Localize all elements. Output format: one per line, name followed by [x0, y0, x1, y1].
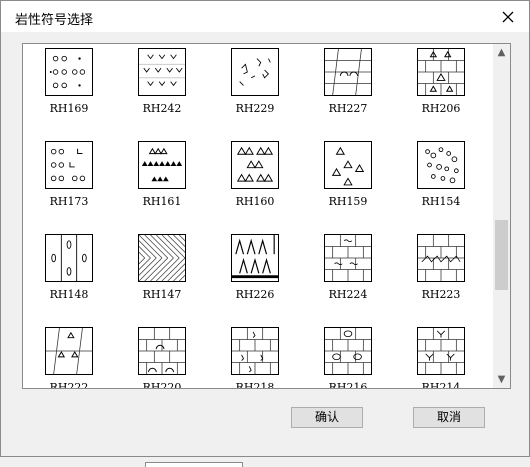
symbol-item[interactable]: RH154: [406, 141, 476, 221]
symbol-item[interactable]: RH147: [127, 234, 197, 314]
symbol-code-label: RH220: [142, 381, 182, 389]
symbol-item[interactable]: RH229: [220, 48, 290, 128]
title-bar: 岩性符号选择: [1, 1, 529, 32]
cancel-button[interactable]: 取消: [413, 407, 485, 428]
dialog-title: 岩性符号选择: [15, 13, 94, 28]
symbol-code-label: RH169: [49, 102, 89, 115]
background-window-edge: [145, 462, 243, 467]
symbol-code-label: RH242: [142, 102, 182, 115]
circles-dots-pattern-icon: [45, 48, 93, 96]
vertical-scrollbar[interactable]: ▲ ▼: [493, 44, 510, 388]
close-button[interactable]: [497, 6, 519, 28]
brick-arches-pattern-icon: [138, 327, 186, 375]
symbol-code-label: RH222: [49, 381, 89, 389]
triangles-slanted-pattern-icon: [45, 327, 93, 375]
triangle-groups-pattern-icon: [231, 141, 279, 189]
brick-triangles-pattern-icon: [417, 48, 465, 96]
symbol-code-label: RH173: [49, 195, 89, 208]
circles-angles-pattern-icon: [45, 141, 93, 189]
symbol-code-label: RH206: [421, 102, 461, 115]
symbol-item[interactable]: RH160: [220, 141, 290, 221]
brick-ticks-pattern-icon: [231, 327, 279, 375]
symbol-item[interactable]: RH216: [313, 327, 383, 388]
symbol-item[interactable]: RH220: [127, 327, 197, 388]
symbol-code-label: RH229: [235, 102, 275, 115]
symbol-item[interactable]: RH222: [34, 327, 104, 388]
symbol-code-label: RH226: [235, 288, 275, 301]
brick-zigzag-pattern-icon: [417, 234, 465, 282]
symbol-item[interactable]: RH148: [34, 234, 104, 314]
symbol-code-label: RH148: [49, 288, 89, 301]
triangle-rows-pattern-icon: [138, 141, 186, 189]
reeds-pattern-icon: [231, 234, 279, 282]
symbol-code-label: RH216: [328, 381, 368, 389]
sparse-triangles-pattern-icon: [324, 141, 372, 189]
scrollbar-thumb[interactable]: [495, 220, 508, 290]
scroll-up-arrow-icon[interactable]: ▲: [493, 44, 510, 61]
symbol-grid: RH169 RH242 RH229 RH227 RH206 RH173 RH161 RH1…: [23, 44, 493, 388]
v-marks-pattern-icon: [138, 48, 186, 96]
brick-arches-slanted-pattern-icon: [324, 48, 372, 96]
symbol-code-label: RH223: [421, 288, 461, 301]
symbol-item[interactable]: RH242: [127, 48, 197, 128]
symbol-code-label: RH154: [421, 195, 461, 208]
symbol-item[interactable]: RH226: [220, 234, 290, 314]
scattered-fragments-pattern-icon: [231, 48, 279, 96]
brick-y-marks-pattern-icon: [417, 327, 465, 375]
symbol-item[interactable]: RH159: [313, 141, 383, 221]
symbol-list-panel[interactable]: RH169 RH242 RH229 RH227 RH206 RH173 RH161 RH1…: [22, 43, 511, 389]
confirm-button[interactable]: 确认: [291, 407, 363, 428]
symbol-item[interactable]: RH223: [406, 234, 476, 314]
symbol-item[interactable]: RH206: [406, 48, 476, 128]
symbol-code-label: RH160: [235, 195, 275, 208]
symbol-item[interactable]: RH214: [406, 327, 476, 388]
brick-ovals-pattern-icon: [324, 327, 372, 375]
brick-tildes-pattern-icon: [324, 234, 372, 282]
symbol-code-label: RH224: [328, 288, 368, 301]
herringbone-pattern-icon: [138, 234, 186, 282]
symbol-item[interactable]: RH218: [220, 327, 290, 388]
symbol-code-label: RH147: [142, 288, 182, 301]
symbol-code-label: RH227: [328, 102, 368, 115]
symbol-code-label: RH161: [142, 195, 182, 208]
columns-ovals-pattern-icon: [45, 234, 93, 282]
random-circles-pattern-icon: [417, 141, 465, 189]
symbol-item[interactable]: RH173: [34, 141, 104, 221]
symbol-code-label: RH218: [235, 381, 275, 389]
close-icon: [502, 11, 514, 23]
symbol-item[interactable]: RH227: [313, 48, 383, 128]
symbol-code-label: RH159: [328, 195, 368, 208]
symbol-select-dialog: 岩性符号选择 RH169 RH242 RH229 RH227 RH206 RH173 R…: [0, 0, 530, 457]
scroll-down-arrow-icon[interactable]: ▼: [493, 371, 510, 388]
symbol-item[interactable]: RH169: [34, 48, 104, 128]
symbol-item[interactable]: RH224: [313, 234, 383, 314]
symbol-item[interactable]: RH161: [127, 141, 197, 221]
symbol-code-label: RH214: [421, 381, 461, 389]
